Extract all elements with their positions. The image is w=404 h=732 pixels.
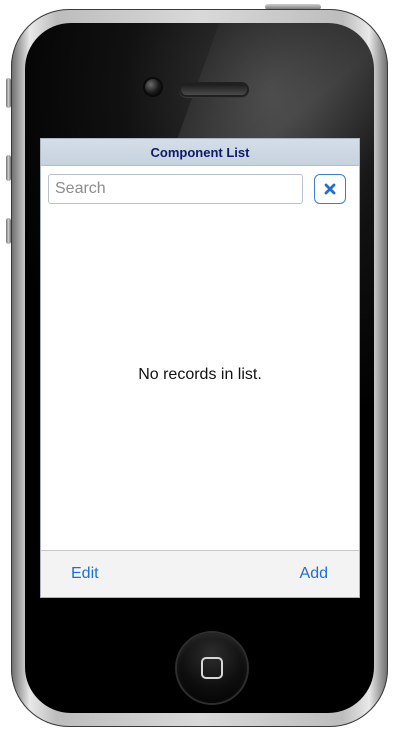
front-camera-icon: [145, 79, 161, 95]
app-screen: Component List No records in list. Edit …: [40, 138, 360, 598]
home-button[interactable]: [177, 633, 247, 703]
add-button[interactable]: Add: [300, 565, 328, 583]
home-square-icon: [201, 657, 223, 679]
clear-search-button[interactable]: [314, 174, 346, 204]
list-content: No records in list.: [41, 211, 359, 551]
empty-list-message: No records in list.: [138, 366, 262, 383]
search-row: [41, 166, 359, 212]
stage: Component List No records in list. Edit …: [0, 0, 404, 732]
earpiece-speaker-icon: [181, 84, 247, 95]
close-icon: [324, 183, 336, 195]
edit-button[interactable]: Edit: [71, 565, 99, 583]
page-title-bar: Component List: [41, 139, 359, 166]
search-input[interactable]: [48, 174, 303, 204]
page-title: Component List: [150, 144, 250, 160]
footer-toolbar: Edit Add: [41, 550, 359, 597]
